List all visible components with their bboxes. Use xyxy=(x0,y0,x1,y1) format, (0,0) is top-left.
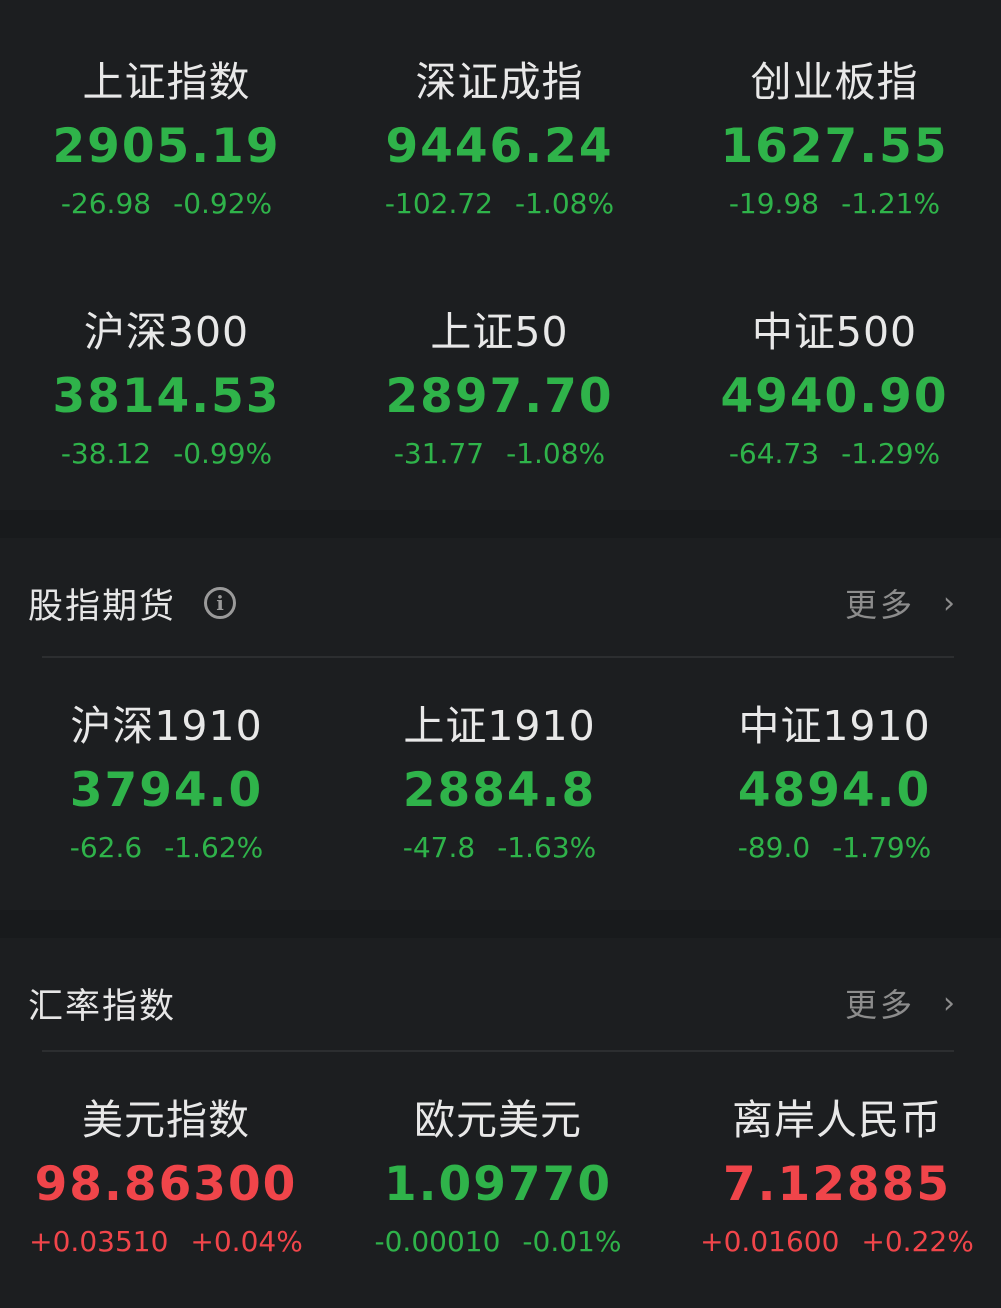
divider xyxy=(42,656,954,658)
forex-header: 汇率指数 xyxy=(28,983,176,1027)
quote-price: 2905.19 xyxy=(52,119,281,174)
chevron-right-icon: › xyxy=(943,985,955,1021)
quote-change: -31.77 xyxy=(393,437,485,470)
quote-price: 3814.53 xyxy=(52,369,281,424)
quote-name: 上证1910 xyxy=(403,702,596,750)
quote-name: 中证500 xyxy=(751,308,918,356)
quote-card-csi300[interactable]: 沪深300 3814.53 -38.12 -0.99% xyxy=(0,312,333,468)
quote-price: 98.86300 xyxy=(34,1157,298,1212)
quote-change-pct: -1.62% xyxy=(164,831,264,864)
quote-change-pct: -1.63% xyxy=(497,831,597,864)
quote-change-pct: -0.01% xyxy=(522,1225,622,1258)
quote-change: -102.72 xyxy=(384,187,493,220)
index-quotes-panel: 上证指数 2905.19 -26.98 -0.92% 深证成指 9446.24 -… xyxy=(0,0,1001,510)
quote-price: 2884.8 xyxy=(402,763,597,818)
quote-name: 中证1910 xyxy=(738,702,931,750)
quote-price: 3794.0 xyxy=(69,763,264,818)
quote-change-pct: -1.29% xyxy=(841,437,941,470)
divider xyxy=(42,1050,954,1052)
quote-change: -0.00010 xyxy=(374,1225,501,1258)
forex-section: 汇率指数 更多 › 美元指数 98.86300 +0.03510 +0.04% 欧… xyxy=(0,938,1001,1308)
quote-name: 离岸人民币 xyxy=(732,1096,942,1144)
quote-price: 4894.0 xyxy=(737,763,932,818)
quote-change-row: -38.12 -0.99% xyxy=(0,440,333,468)
quote-change-row: -102.72 -1.08% xyxy=(333,190,666,218)
quote-change: -64.73 xyxy=(728,437,820,470)
quote-card-hs-future[interactable]: 沪深1910 3794.0 -62.6 -1.62% xyxy=(0,706,333,862)
quote-change: -19.98 xyxy=(728,187,820,220)
quote-price: 1627.55 xyxy=(720,119,949,174)
quote-card-cnh[interactable]: 离岸人民币 7.12885 +0.01600 +0.22% xyxy=(657,1100,1001,1256)
chevron-right-icon: › xyxy=(943,585,955,621)
quote-card-usd-index[interactable]: 美元指数 98.86300 +0.03510 +0.04% xyxy=(0,1100,346,1256)
quote-price: 9446.24 xyxy=(385,119,614,174)
quote-name: 沪深300 xyxy=(83,308,250,356)
quote-change-row: -62.6 -1.62% xyxy=(0,834,333,862)
quote-name: 美元指数 xyxy=(82,1096,250,1144)
section-title: 汇率指数 xyxy=(28,986,177,1027)
quote-change-pct: -0.92% xyxy=(173,187,273,220)
quote-change: +0.01600 xyxy=(700,1225,840,1258)
quote-price: 1.09770 xyxy=(383,1157,613,1212)
quote-card-sz-component[interactable]: 深证成指 9446.24 -102.72 -1.08% xyxy=(333,62,666,218)
quote-change-row: -26.98 -0.92% xyxy=(0,190,333,218)
quote-change: -89.0 xyxy=(737,831,811,864)
futures-header: 股指期货 i xyxy=(28,583,237,627)
futures-more-link[interactable]: 更多 › xyxy=(844,583,955,625)
quote-change-row: -47.8 -1.63% xyxy=(333,834,666,862)
section-title: 股指期货 xyxy=(28,586,177,627)
quote-change-pct: -1.79% xyxy=(832,831,932,864)
quote-price: 7.12885 xyxy=(722,1157,952,1212)
quote-price: 4940.90 xyxy=(720,369,949,424)
quote-card-chinext[interactable]: 创业板指 1627.55 -19.98 -1.21% xyxy=(668,62,1001,218)
forex-more-link[interactable]: 更多 › xyxy=(844,983,955,1025)
quote-name: 上证50 xyxy=(430,308,569,356)
quote-change-pct: +0.04% xyxy=(190,1225,303,1258)
quote-card-sz50-future[interactable]: 上证1910 2884.8 -47.8 -1.63% xyxy=(333,706,666,862)
more-label: 更多 xyxy=(844,586,915,624)
info-circle-icon[interactable]: i xyxy=(204,587,237,619)
quote-change-row: -19.98 -1.21% xyxy=(668,190,1001,218)
quote-change-row: +0.03510 +0.04% xyxy=(0,1228,346,1256)
quote-card-csi500[interactable]: 中证500 4940.90 -64.73 -1.29% xyxy=(668,312,1001,468)
more-label: 更多 xyxy=(844,986,915,1024)
quote-change-row: -0.00010 -0.01% xyxy=(318,1228,678,1256)
quote-name: 深证成指 xyxy=(415,58,584,106)
quote-change-row: +0.01600 +0.22% xyxy=(657,1228,1001,1256)
quote-change: -47.8 xyxy=(402,831,476,864)
quote-change-row: -31.77 -1.08% xyxy=(333,440,666,468)
quote-change-pct: -0.99% xyxy=(173,437,273,470)
quote-change: +0.03510 xyxy=(29,1225,169,1258)
quote-change-pct: -1.21% xyxy=(841,187,941,220)
quote-name: 上证指数 xyxy=(82,58,251,106)
quote-change: -38.12 xyxy=(60,437,152,470)
quote-change-row: -89.0 -1.79% xyxy=(668,834,1001,862)
quote-card-sh-composite[interactable]: 上证指数 2905.19 -26.98 -0.92% xyxy=(0,62,333,218)
quote-card-sse50[interactable]: 上证50 2897.70 -31.77 -1.08% xyxy=(333,312,666,468)
quote-name: 欧元美元 xyxy=(414,1096,582,1144)
quote-change-pct: +0.22% xyxy=(861,1225,974,1258)
quote-card-csi500-future[interactable]: 中证1910 4894.0 -89.0 -1.79% xyxy=(668,706,1001,862)
quote-change-row: -64.73 -1.29% xyxy=(668,440,1001,468)
quote-name: 沪深1910 xyxy=(70,702,263,750)
quote-change-pct: -1.08% xyxy=(515,187,615,220)
quote-change: -26.98 xyxy=(60,187,152,220)
quote-card-eurusd[interactable]: 欧元美元 1.09770 -0.00010 -0.01% xyxy=(318,1100,678,1256)
quote-name: 创业板指 xyxy=(750,58,919,106)
quote-price: 2897.70 xyxy=(385,369,614,424)
futures-section: 股指期货 i 更多 › 沪深1910 3794.0 -62.6 -1.62% 上证… xyxy=(0,538,1001,910)
quote-change-pct: -1.08% xyxy=(506,437,606,470)
quote-change: -62.6 xyxy=(69,831,143,864)
